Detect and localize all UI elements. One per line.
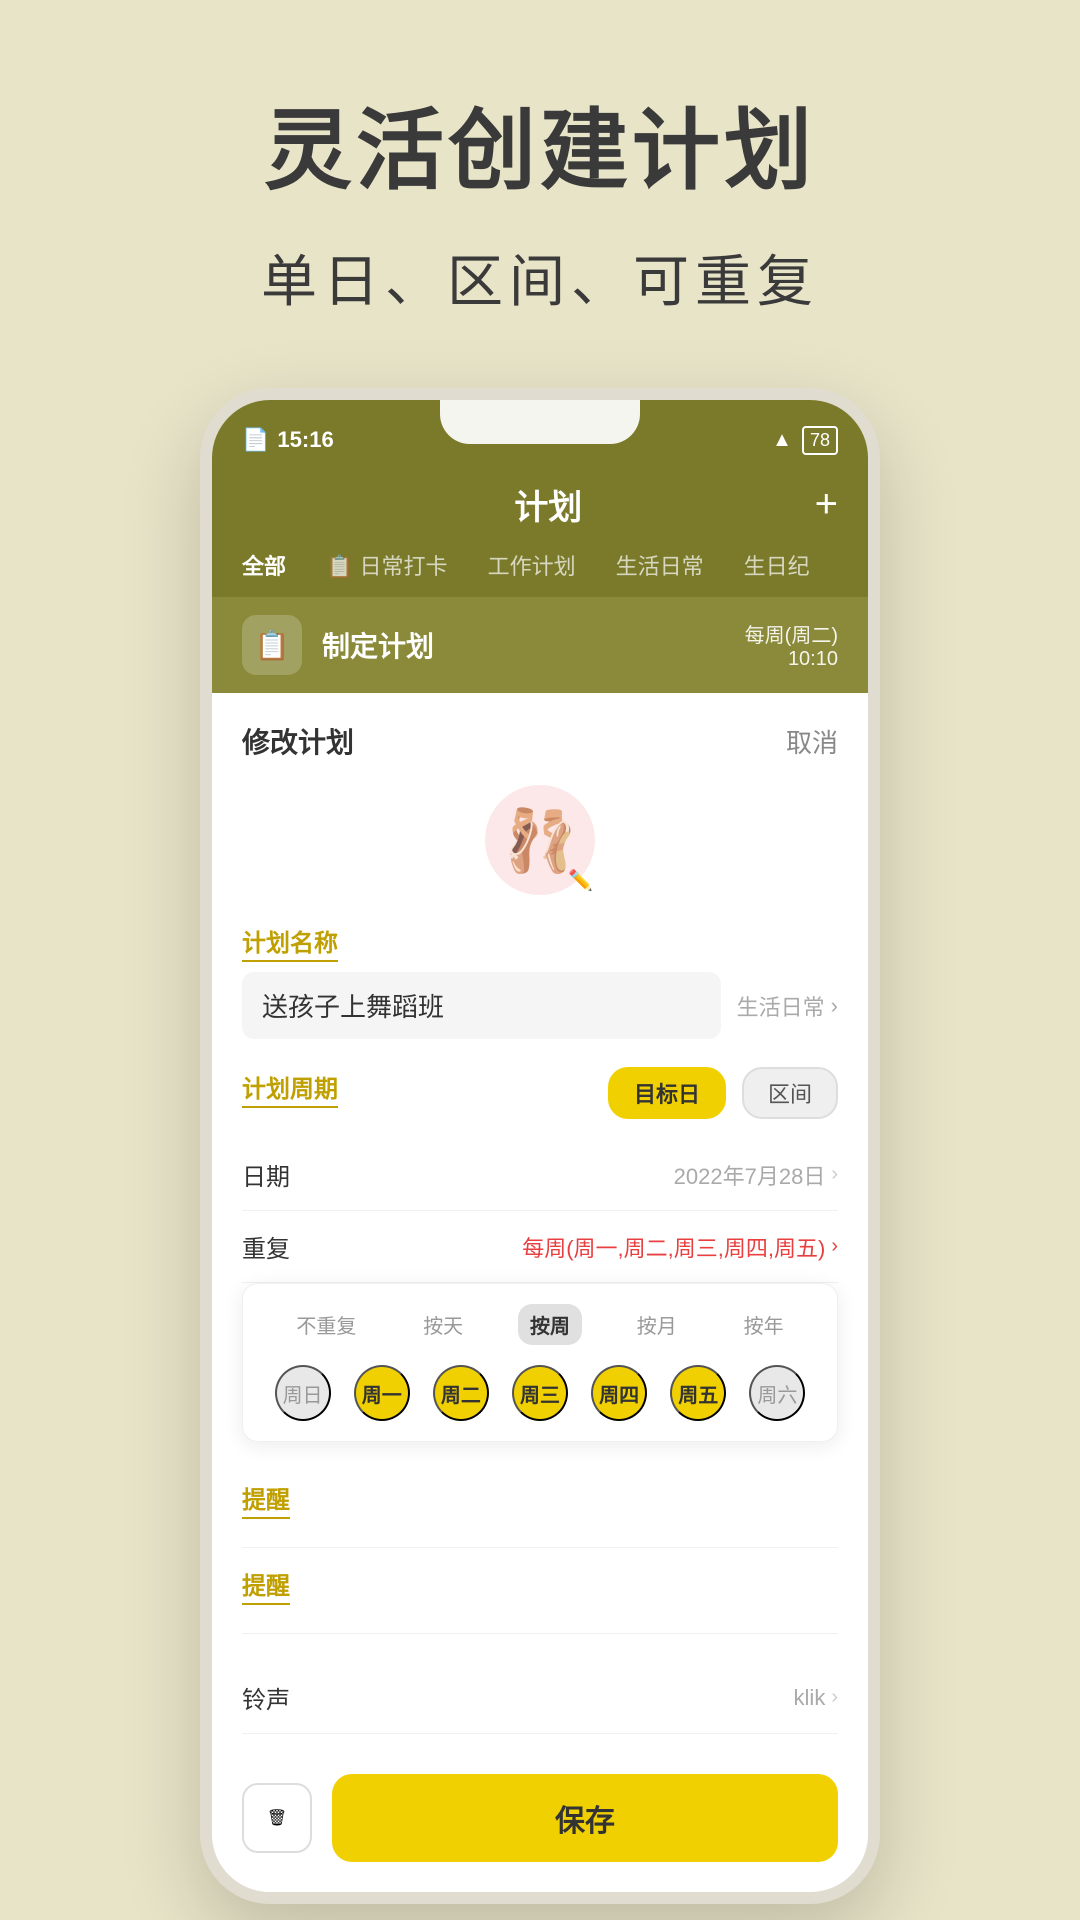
reminder-label-2: 提醒 — [242, 1566, 290, 1605]
battery-icon: 78 — [802, 426, 838, 455]
avatar-circle[interactable]: 🩰 ✏️ — [485, 785, 595, 895]
weekday-sun[interactable]: 周日 — [275, 1365, 331, 1421]
repeat-row[interactable]: 重复 每周(周一,周二,周三,周四,周五) › — [242, 1211, 838, 1283]
status-time: 15:16 — [277, 427, 333, 453]
period-buttons: 目标日 区间 — [608, 1067, 838, 1119]
trash-icon: 🗑 — [267, 1808, 287, 1828]
status-bar: 📄 15:16 ▲ 78 — [212, 400, 868, 480]
phone-mockup: 📄 15:16 ▲ 78 计划 + 全部 📋 日常打卡 工作计划 生 — [200, 388, 880, 1904]
edit-form: 修改计划 取消 🩰 ✏️ 计划名称 生活日常 › — [212, 693, 868, 1662]
wifi-icon: ▲ — [772, 429, 792, 452]
chevron-right-icon: › — [831, 993, 838, 1019]
bottom-section: 铃声 klik › — [212, 1662, 868, 1754]
plan-item-name: 制定计划 — [322, 625, 725, 665]
date-label: 日期 — [242, 1157, 290, 1192]
plan-name-section: 计划名称 生活日常 › — [242, 923, 838, 1039]
plan-list-item[interactable]: 📋 制定计划 每周(周二) 10:10 — [212, 597, 868, 693]
repeat-by-month-btn[interactable]: 按月 — [625, 1304, 689, 1345]
status-left: 📄 15:16 — [242, 427, 334, 453]
tab-daily-icon: 📋 — [326, 554, 353, 579]
avatar-emoji: 🩰 — [503, 805, 578, 876]
plan-name-row: 生活日常 › — [242, 972, 838, 1039]
repeat-value: 每周(周一,周二,周三,周四,周五) › — [522, 1231, 838, 1263]
avatar-section: 🩰 ✏️ — [242, 785, 838, 895]
tab-all[interactable]: 全部 — [232, 545, 296, 585]
repeat-chevron-icon: › — [831, 1235, 838, 1258]
weekday-tue[interactable]: 周二 — [433, 1365, 489, 1421]
app-header: 计划 + — [212, 480, 868, 545]
repeat-label: 重复 — [242, 1229, 290, 1264]
ringtone-value: klik › — [794, 1685, 838, 1711]
tab-life[interactable]: 生活日常 — [606, 545, 714, 585]
edit-avatar-icon: ✏️ — [568, 868, 593, 893]
plan-item-icon: 📋 — [242, 615, 302, 675]
reminder-row-2[interactable]: 提醒 — [242, 1548, 838, 1634]
ringtone-row[interactable]: 铃声 klik › — [242, 1662, 838, 1734]
weekday-row: 周日 周一 周二 周三 周四 周五 周六 — [263, 1365, 817, 1421]
date-row[interactable]: 日期 2022年7月28日 › — [242, 1139, 838, 1211]
plan-name-label: 计划名称 — [242, 923, 338, 962]
repeat-by-day-btn[interactable]: 按天 — [411, 1304, 475, 1345]
headline-title: 灵活创建计划 — [264, 80, 816, 207]
weekday-fri[interactable]: 周五 — [670, 1365, 726, 1421]
form-header: 修改计划 取消 — [242, 721, 838, 761]
tab-birthday[interactable]: 生日纪 — [734, 545, 820, 585]
repeat-picker: 不重复 按天 按周 按月 按年 周日 周一 周二 周三 周四 周五 周六 — [242, 1283, 838, 1442]
save-area: 🗑 保存 — [212, 1754, 868, 1892]
notch — [440, 400, 640, 444]
ringtone-label: 铃声 — [242, 1680, 290, 1715]
plan-period-section: 计划周期 目标日 区间 — [242, 1067, 838, 1119]
reminder-row-1[interactable]: 提醒 — [242, 1462, 838, 1548]
repeat-no-repeat-btn[interactable]: 不重复 — [284, 1304, 368, 1345]
plan-item-schedule: 每周(周二) 10:10 — [745, 619, 838, 671]
repeat-type-row: 不重复 按天 按周 按月 按年 — [263, 1304, 817, 1345]
weekday-thu[interactable]: 周四 — [591, 1365, 647, 1421]
repeat-by-week-btn[interactable]: 按周 — [518, 1304, 582, 1345]
weekday-mon[interactable]: 周一 — [354, 1365, 410, 1421]
add-button[interactable]: + — [815, 482, 838, 527]
period-target-day-button[interactable]: 目标日 — [608, 1067, 726, 1119]
plan-period-label: 计划周期 — [242, 1069, 338, 1108]
date-chevron-icon: › — [831, 1163, 838, 1186]
weekday-sat[interactable]: 周六 — [749, 1365, 805, 1421]
form-title: 修改计划 — [242, 721, 354, 761]
tab-daily[interactable]: 📋 日常打卡 — [316, 545, 458, 585]
page-background: 灵活创建计划 单日、区间、可重复 📄 15:16 ▲ 78 计划 + — [0, 0, 1080, 1920]
headline-subtitle: 单日、区间、可重复 — [261, 237, 819, 318]
save-button[interactable]: 保存 — [332, 1774, 838, 1862]
plan-name-input[interactable] — [242, 972, 721, 1039]
repeat-by-year-btn[interactable]: 按年 — [732, 1304, 796, 1345]
tab-bar: 全部 📋 日常打卡 工作计划 生活日常 生日纪 — [212, 545, 868, 597]
tab-work[interactable]: 工作计划 — [478, 545, 586, 585]
period-range-button[interactable]: 区间 — [742, 1067, 838, 1119]
cancel-button[interactable]: 取消 — [786, 723, 838, 760]
document-status-icon: 📄 — [242, 427, 269, 453]
reminder-label-1: 提醒 — [242, 1480, 290, 1519]
delete-button[interactable]: 🗑 — [242, 1783, 312, 1853]
app-title: 计划 — [282, 480, 815, 529]
period-row: 计划周期 目标日 区间 — [242, 1067, 838, 1119]
ringtone-chevron-icon: › — [831, 1686, 838, 1709]
category-button[interactable]: 生活日常 › — [737, 990, 838, 1022]
status-right: ▲ 78 — [772, 426, 838, 455]
date-value: 2022年7月28日 › — [674, 1159, 838, 1191]
weekday-wed[interactable]: 周三 — [512, 1365, 568, 1421]
